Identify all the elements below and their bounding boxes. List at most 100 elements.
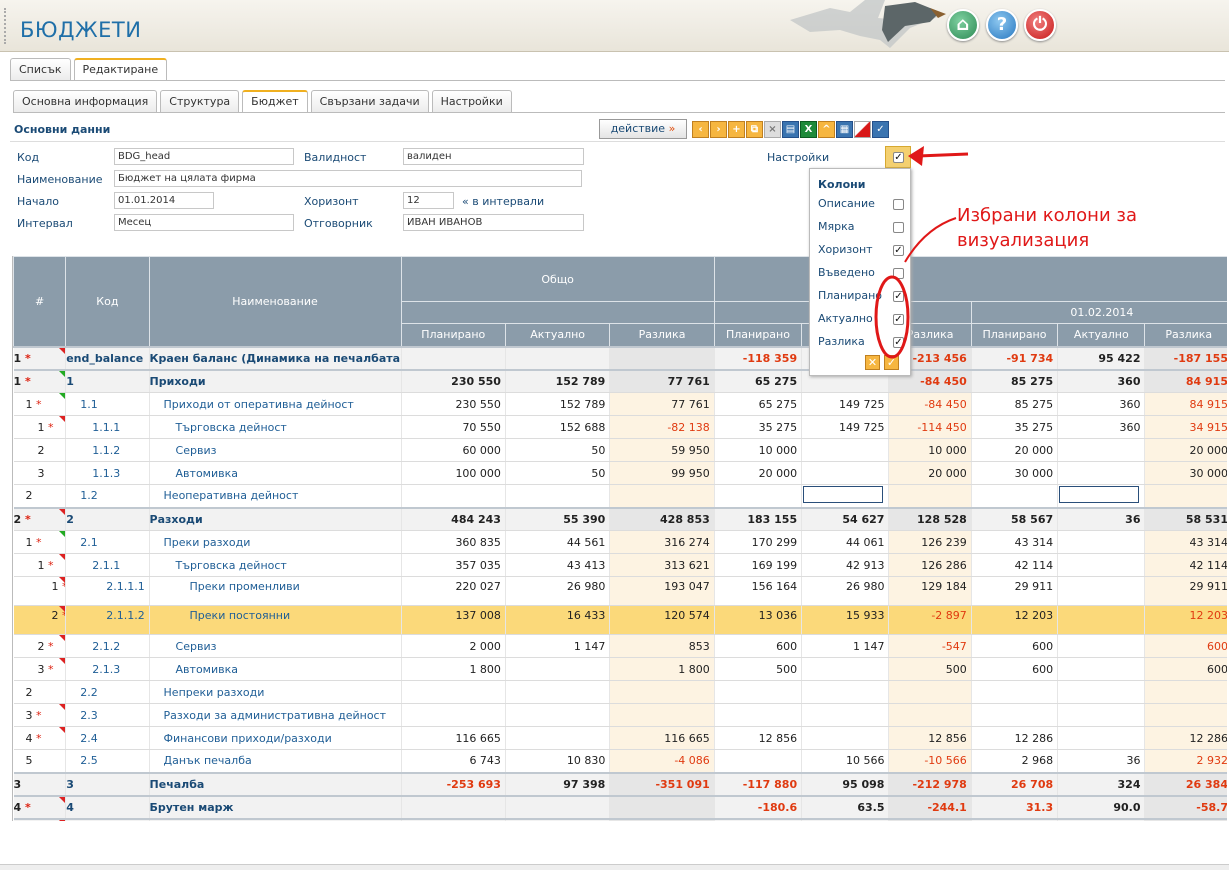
table-row[interactable]: 4 * 2.4 Финансови приходи/разходи 116 665 11… [13,726,1227,750]
table-row[interactable]: 2 1.2 Неоперативна дейност [13,484,1227,508]
table-row[interactable]: 3 3 Печалба -253 693 97 398 -351 091 -117 880 9… [13,772,1227,796]
column-option-actual[interactable]: Актуално ✓ [818,312,904,328]
row-name[interactable]: Финансови приходи/разходи [149,726,402,750]
table-row[interactable]: 2 2.2 Непреки разходи [13,680,1227,704]
row-name[interactable]: EBIT [149,818,402,821]
column-checkbox[interactable]: ✓ [893,245,904,256]
row-code[interactable]: 3 [65,772,150,796]
power-icon[interactable]: ⏻ [1024,9,1056,41]
column-checkbox[interactable]: ✓ [893,291,904,302]
name-field[interactable]: Бюджет на цялата фирма [114,170,582,187]
row-code[interactable]: 2.5 [65,749,150,773]
row-code[interactable]: 2.1.1.1 [65,576,150,606]
row-code[interactable]: end_balance [65,346,150,370]
delete-icon[interactable]: × [764,120,781,138]
row-code[interactable]: 1.1.3 [65,461,150,485]
table-row[interactable]: 5 *5EBIT-130 284108 228-238 512-105 0241… [13,818,1227,821]
tab-list[interactable]: Списък [10,58,71,80]
row-code[interactable]: 2.1.1.2 [65,605,150,635]
table-row[interactable]: 1 * 1 Приходи 230 550 152 789 77 761 65 275 -84… [13,369,1227,393]
copy-icon[interactable]: ⧉ [746,120,763,138]
row-code[interactable]: 2.1.1 [65,553,150,577]
row-code[interactable]: 2.1 [65,530,150,554]
row-name[interactable]: Разходи за административна дейност [149,703,402,727]
excel-icon[interactable]: X [800,120,817,138]
tab-structure[interactable]: Структура [160,90,240,112]
row-name[interactable]: Краен баланс (Динамика на печалбата) [149,346,402,370]
row-name[interactable]: Непреки разходи [149,680,402,704]
row-code[interactable]: 1.2 [65,484,150,508]
table-row[interactable]: 5 2.5 Данък печалба 6 743 10 830 -4 086 10 566… [13,749,1227,773]
owner-field[interactable]: ИВАН ИВАНОВ [403,214,584,231]
row-code[interactable]: 4 [65,795,150,819]
table-row[interactable]: 3 * 2.1.3 Автомивка 1 800 1 800 500 500 600 600 [13,657,1227,681]
tab-settings[interactable]: Настройки [431,90,512,112]
table-row[interactable]: 3 * 2.3 Разходи за административна дейност [13,703,1227,727]
start-field[interactable]: 01.01.2014 [114,192,214,209]
column-checkbox[interactable] [893,199,904,210]
row-code[interactable]: 1.1 [65,392,150,416]
horizon-field[interactable]: 12 [403,192,454,209]
table-row[interactable]: 3 1.1.3 Автомивка 100 000 50 99 950 20 000 20 0… [13,461,1227,485]
clear-icon[interactable] [854,120,871,138]
column-option-difference[interactable]: Разлика ✓ [818,335,904,351]
row-name[interactable]: Сервиз [149,634,402,658]
row-code[interactable]: 2 [65,507,150,531]
settings-checkbox[interactable]: ✓ [893,152,904,163]
row-code[interactable]: 2.4 [65,726,150,750]
validity-field[interactable]: валиден [403,148,584,165]
table-row[interactable]: 2 * 2 Разходи 484 243 55 390 428 853 183 155 54… [13,507,1227,531]
table-row[interactable]: 1 * 2.1.1 Търговска дейност 357 035 43 413 31… [13,553,1227,577]
column-option-description[interactable]: Описание [818,197,904,213]
row-code[interactable]: 1.1.1 [65,415,150,439]
collapse-icon[interactable]: ^ [818,120,835,138]
print-icon[interactable]: ▤ [782,120,799,138]
row-name[interactable]: Разходи [149,507,402,531]
save-check-icon[interactable]: ✓ [872,120,889,138]
row-code[interactable]: 2.1.2 [65,634,150,658]
next-icon[interactable]: › [710,120,727,138]
row-code[interactable]: 2.2 [65,680,150,704]
table-row[interactable]: 2 *2.1.1.2Преки постоянни137 00816 43312… [13,605,1227,635]
row-name[interactable]: Автомивка [149,461,402,485]
row-name[interactable]: Печалба [149,772,402,796]
tab-main-info[interactable]: Основна информация [13,90,158,112]
prev-icon[interactable]: ‹ [692,120,709,138]
table-row[interactable]: 2 1.1.2 Сервиз 60 000 50 59 950 10 000 10 000 20… [13,438,1227,462]
column-option-planned[interactable]: Планирано ✓ [818,289,904,305]
row-code[interactable]: 2.3 [65,703,150,727]
row-name[interactable]: Данък печалба [149,749,402,773]
row-name[interactable]: Търговска дейност [149,415,402,439]
row-name[interactable]: Сервиз [149,438,402,462]
row-code[interactable]: 2.1.3 [65,657,150,681]
table-row[interactable]: 1 * 2.1 Преки разходи 360 835 44 561 316 274 1… [13,530,1227,554]
column-checkbox[interactable]: ✓ [893,337,904,348]
tab-budget[interactable]: Бюджет [242,90,308,112]
row-name[interactable]: Преки променливи [149,576,402,606]
table-row[interactable]: 1 * 1.1 Приходи от оперативна дейност 230 5… [13,392,1227,416]
table-row[interactable]: 1 * end_balance Краен баланс (Динамика на … [13,346,1227,370]
row-name[interactable]: Приходи [149,369,402,393]
cancel-icon[interactable]: ✕ [865,355,880,370]
help-icon[interactable]: ? [986,9,1018,41]
value-edit-field[interactable] [803,485,884,503]
table-row[interactable]: 1 * 1.1.1 Търговска дейност 70 550 152 688 -8… [13,415,1227,439]
row-name[interactable]: Преки разходи [149,530,402,554]
calculator-icon[interactable]: ▦ [836,120,853,138]
confirm-icon[interactable]: ✓ [884,355,899,370]
value-edit-field[interactable] [1059,485,1140,503]
table-row[interactable]: 2 * 2.1.2 Сервиз 2 000 1 147 853 600 1 147 -547 6… [13,634,1227,658]
column-option-entered[interactable]: Въведено [818,266,904,282]
row-code[interactable]: 5 [65,818,150,821]
column-option-unit[interactable]: Мярка [818,220,904,236]
tab-edit[interactable]: Редактиране [73,58,168,80]
row-name[interactable]: Търговска дейност [149,553,402,577]
column-checkbox[interactable] [893,222,904,233]
code-field[interactable]: BDG_head [114,148,294,165]
row-code[interactable]: 1.1.2 [65,438,150,462]
tab-related-tasks[interactable]: Свързани задачи [310,90,429,112]
table-row[interactable]: 4 * 4 Брутен марж -180.6 63.5 -244.1 31.3 90.0-… [13,795,1227,819]
row-name[interactable]: Преки постоянни [149,605,402,635]
action-button[interactable]: действие » [599,119,687,139]
column-checkbox[interactable] [893,268,904,279]
